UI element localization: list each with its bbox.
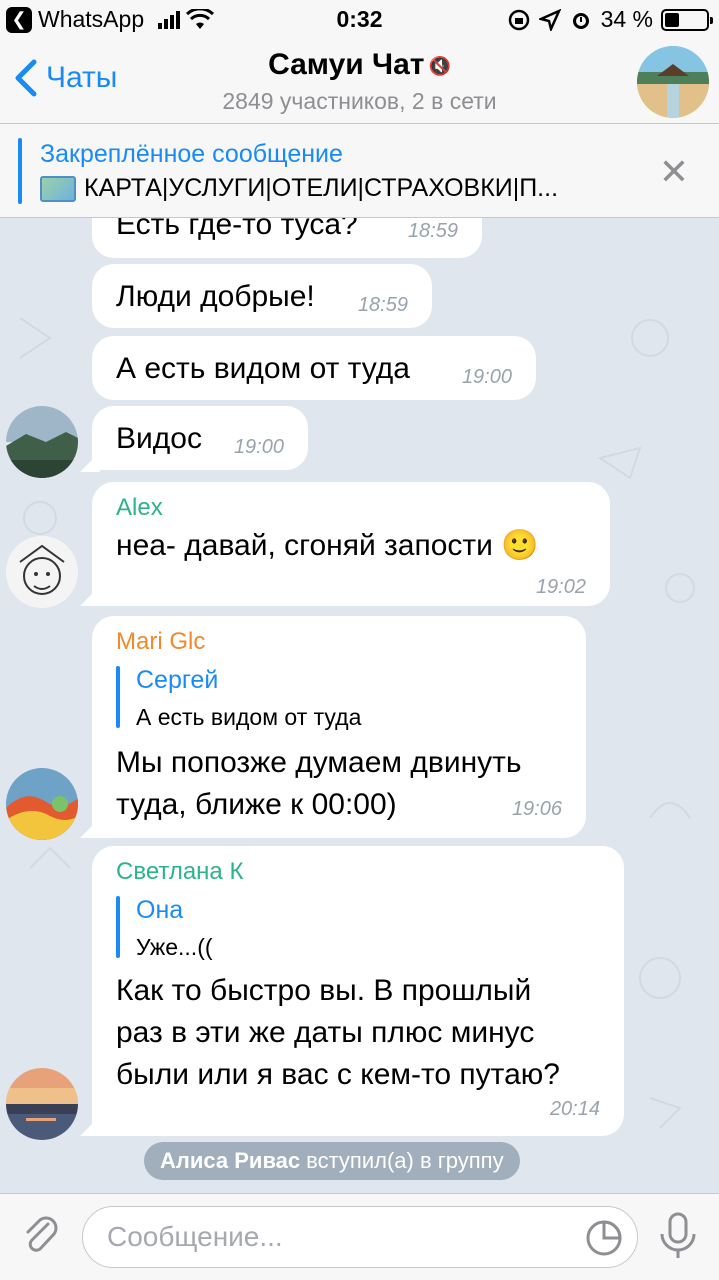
message-time: 18:59: [407, 220, 458, 242]
sender-name[interactable]: Alex: [116, 494, 163, 522]
close-icon[interactable]: ✕: [659, 154, 689, 190]
pinned-message[interactable]: Закреплённое сообщение КАРТА|УСЛУГИ|ОТЕЛ…: [0, 124, 719, 218]
chat-header: Чаты Самуи Чат 🔇 2849 участников, 2 в сет…: [0, 40, 719, 124]
message-line: Как то быстро вы. В прошлый: [116, 974, 532, 1007]
pinned-text: КАРТА|УСЛУГИ|ОТЕЛИ|СТРАХОВКИ|П...: [84, 174, 559, 202]
message-bubble[interactable]: А есть видом от туда 19:00: [92, 336, 536, 400]
avatar[interactable]: [6, 536, 78, 608]
avatar-sunset-image: [6, 1068, 78, 1140]
chat-subtitle: 2849 участников, 2 в сети: [222, 88, 497, 114]
avatar[interactable]: [6, 406, 78, 478]
reply-accent-bar: [116, 896, 120, 958]
reply-text: Уже...((: [136, 934, 213, 960]
group-avatar-image: [637, 46, 709, 118]
map-icon: [40, 175, 76, 202]
pinned-accent-bar: [18, 138, 22, 204]
message-time: 19:00: [461, 366, 512, 388]
message-text: неа- давай, сгоняй запости 🙂: [116, 529, 539, 562]
message-time: 18:59: [357, 294, 408, 316]
pinned-title: Закреплённое сообщение: [40, 140, 343, 168]
battery-icon: [661, 8, 713, 31]
message-text: Как то быстро вы. В прошлый раз в эти же…: [116, 970, 560, 1096]
message-placeholder: Сообщение...: [107, 1221, 283, 1252]
avatar-colorful-image: [6, 768, 78, 840]
battery-level: [665, 12, 679, 27]
reply-text: А есть видом от туда: [136, 704, 362, 730]
chat-title[interactable]: Самуи Чат 🔇: [0, 48, 719, 82]
reply-accent-bar: [116, 666, 120, 728]
message-time: 19:02: [535, 576, 586, 598]
avatar-mountain-image: [6, 406, 78, 478]
microphone-icon[interactable]: [656, 1210, 700, 1262]
chat-messages[interactable]: Есть где-то туса? 18:59 Люди добрые! 18:…: [0, 218, 719, 1193]
message-time: 20:14: [549, 1098, 600, 1120]
message-text: Люди добрые!: [116, 280, 315, 313]
alarm-icon: [572, 12, 589, 29]
avatar[interactable]: [6, 768, 78, 840]
speaker-muted-icon: 🔇: [428, 55, 451, 76]
message-time: 19:06: [511, 798, 562, 820]
message-bubble[interactable]: Светлана К Она Уже...(( Как то быстро вы…: [92, 846, 624, 1136]
attach-icon[interactable]: [18, 1212, 64, 1258]
status-bar: ❮ WhatsApp 0:32 34 %: [0, 0, 719, 40]
system-message: Алиса Ривас вступил(а) в группу: [144, 1142, 520, 1180]
message-bubble[interactable]: Mari Glc Сергей А есть видом от туда Мы …: [92, 616, 586, 838]
group-avatar[interactable]: [637, 46, 709, 118]
message-bubble[interactable]: Видос 19:00: [92, 406, 308, 470]
orientation-lock-icon: [508, 9, 529, 30]
message-bubble[interactable]: Люди добрые! 18:59: [92, 264, 432, 328]
location-icon: [538, 8, 561, 31]
message-bubble[interactable]: Есть где-то туса? 18:59: [92, 218, 482, 258]
battery-percent: 34 %: [600, 6, 653, 32]
message-text: Мы попозже думаем двинуть туда, ближе к …: [116, 742, 522, 826]
reply-sender: Она: [136, 896, 184, 924]
message-input[interactable]: Сообщение...: [82, 1206, 638, 1268]
message-bubble[interactable]: Alex неа- давай, сгоняй запости 🙂 19:02: [92, 482, 610, 606]
sticker-icon[interactable]: [585, 1219, 623, 1257]
message-composer: Сообщение...: [0, 1193, 719, 1280]
avatar[interactable]: [6, 1068, 78, 1140]
avatar-sketch-image: [6, 536, 78, 608]
joined-user-name[interactable]: Алиса Ривас: [160, 1148, 300, 1174]
reply-sender: Сергей: [136, 666, 219, 694]
chat-title-text: Самуи Чат: [268, 48, 425, 81]
message-line: были или я вас с кем-то путаю?: [116, 1058, 560, 1091]
sender-name[interactable]: Светлана К: [116, 858, 243, 886]
sender-name[interactable]: Mari Glc: [116, 628, 205, 656]
message-line: раз в эти же даты плюс минус: [116, 1016, 535, 1049]
message-text: Есть где-то туса?: [116, 218, 358, 241]
message-line: туда, ближе к 00:00): [116, 788, 397, 821]
message-time: 19:00: [233, 436, 284, 458]
message-text: А есть видом от туда: [116, 352, 410, 385]
message-text: Видос: [116, 422, 202, 455]
message-line: Мы попозже думаем двинуть: [116, 746, 522, 779]
system-action: вступил(а) в группу: [306, 1148, 504, 1173]
